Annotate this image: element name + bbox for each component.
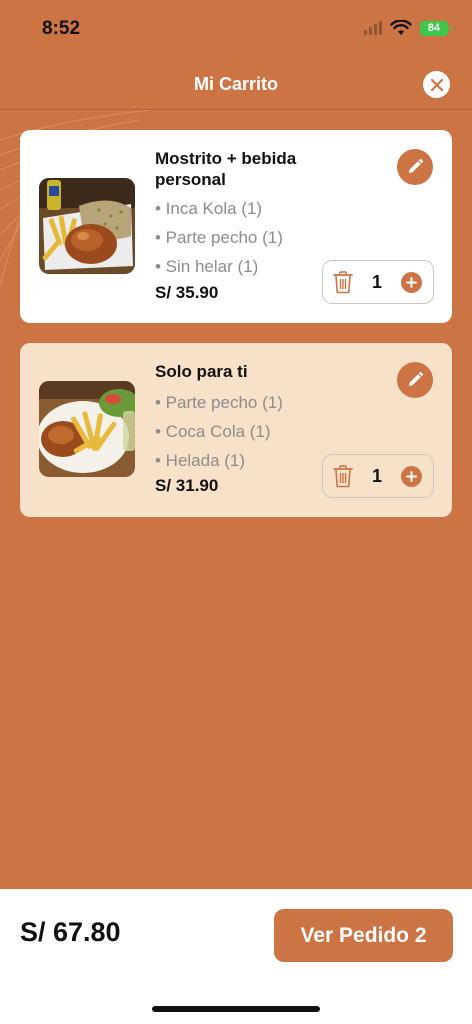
cart-total: S/ 67.80 bbox=[20, 917, 121, 947]
increase-quantity-button[interactable] bbox=[400, 271, 422, 293]
wifi-icon bbox=[390, 20, 412, 35]
product-image-chicken-fries-salad bbox=[39, 381, 135, 477]
plus-icon bbox=[405, 276, 417, 288]
quantity-value: 1 bbox=[371, 465, 382, 486]
chicken-fries-salad-image bbox=[39, 381, 135, 477]
view-order-button[interactable]: Ver Pedido 2 bbox=[274, 909, 453, 962]
product-name: Solo para ti bbox=[155, 362, 248, 381]
increase-quantity-button[interactable] bbox=[400, 465, 422, 487]
edit-button[interactable] bbox=[397, 362, 433, 398]
quantity-stepper: 1 bbox=[322, 260, 434, 304]
quantity-value: 1 bbox=[371, 271, 382, 292]
trash-icon[interactable] bbox=[333, 270, 353, 294]
pencil-icon bbox=[409, 158, 424, 173]
chicken-fries-rice-image bbox=[39, 178, 135, 274]
trash-icon[interactable] bbox=[333, 464, 353, 488]
product-image-chicken-fries-rice bbox=[39, 178, 135, 274]
option-item: • Helada (1) bbox=[155, 451, 246, 470]
product-name: Mostrito + bebida personal bbox=[155, 149, 297, 189]
cart-item: Solo para ti • Parte pecho (1) • Coca Co… bbox=[20, 343, 452, 517]
cellular-signal-icon bbox=[364, 21, 382, 35]
status-time: 8:52 bbox=[42, 18, 81, 39]
product-price: S/ 31.90 bbox=[155, 476, 219, 495]
battery-level: 84 bbox=[427, 22, 441, 34]
page-title: Mi Carrito bbox=[193, 74, 278, 94]
quantity-stepper: 1 bbox=[322, 454, 434, 498]
option-item: • Inca Kola (1) bbox=[155, 199, 263, 218]
option-item: • Parte pecho (1) bbox=[155, 393, 283, 412]
pencil-icon bbox=[409, 371, 424, 386]
cart-item: Mostrito + bebida personal • Inca Kola (… bbox=[20, 130, 452, 323]
option-item: • Sin helar (1) bbox=[155, 257, 259, 276]
battery-icon: 84 bbox=[420, 20, 452, 36]
product-options: • Inca Kola (1) • Parte pecho (1) • Sin … bbox=[155, 194, 283, 281]
plus-icon bbox=[405, 470, 417, 482]
close-button[interactable] bbox=[423, 71, 450, 98]
status-icons: 84 bbox=[364, 20, 452, 36]
cart-footer: S/ 67.80 Ver Pedido 2 bbox=[0, 889, 472, 1024]
edit-button[interactable] bbox=[397, 149, 433, 185]
option-item: • Coca Cola (1) bbox=[155, 422, 271, 441]
close-icon bbox=[430, 78, 443, 91]
option-item: • Parte pecho (1) bbox=[155, 228, 283, 247]
status-bar: 8:52 84 bbox=[0, 0, 472, 60]
home-indicator bbox=[152, 1006, 320, 1012]
header: Mi Carrito bbox=[0, 60, 472, 110]
product-options: • Parte pecho (1) • Coca Cola (1) • Hela… bbox=[155, 388, 283, 475]
product-price: S/ 35.90 bbox=[155, 283, 219, 302]
